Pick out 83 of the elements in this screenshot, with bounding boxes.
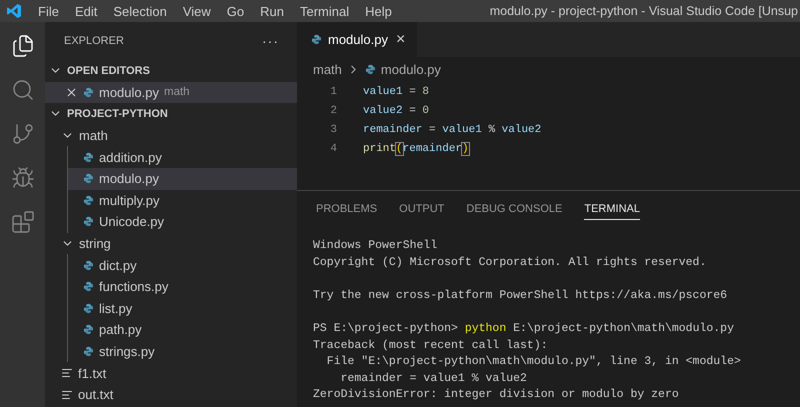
python-file-icon — [83, 173, 94, 184]
tab-label: modulo.py — [328, 32, 388, 47]
editor-tab[interactable]: modulo.py × — [297, 22, 418, 57]
python-file-icon — [83, 302, 94, 314]
line-number: 1 — [329, 86, 338, 98]
menu-item[interactable]: Run — [252, 4, 292, 18]
line-number: 4 — [329, 142, 338, 154]
breadcrumb-item[interactable]: math — [313, 62, 342, 77]
folder-row[interactable]: string — [45, 232, 297, 254]
close-icon[interactable] — [65, 86, 78, 99]
tree-row[interactable]: addition.py — [68, 146, 297, 168]
tree-row[interactable]: list.py — [68, 298, 297, 320]
tree-row[interactable]: multiply.py — [68, 190, 297, 212]
file-name: dict.py — [99, 258, 137, 273]
folder-label: math — [164, 86, 190, 98]
tree-row[interactable]: functions.py — [68, 276, 297, 298]
python-file-icon — [364, 64, 376, 75]
python-file-icon — [83, 152, 94, 163]
tree-row[interactable]: modulo.py — [68, 168, 297, 190]
terminal-line: remainder = value1 % value2 — [340, 370, 528, 387]
menu-item[interactable]: File — [30, 4, 67, 18]
section-header[interactable]: PROJECT-PYTHON — [45, 103, 297, 125]
text-file-icon — [61, 367, 73, 380]
python-file-icon — [83, 216, 94, 228]
terminal-line: ZeroDivisionError: integer division or modulo by zero — [313, 387, 680, 404]
python-file-icon — [83, 194, 94, 206]
tree-row[interactable]: out.txt — [45, 384, 297, 406]
window-title: modulo.py - project-python - Visual Studio Code [Unsup — [490, 4, 799, 18]
close-button[interactable]: × — [394, 30, 408, 48]
terminal-line: Copyright (C) Microsoft Corporation. All rights reserved. — [313, 254, 708, 271]
code-line: remainder = value1 % value2 — [363, 124, 542, 136]
file-name: strings.py — [99, 344, 155, 360]
file-name: math — [79, 128, 108, 144]
python-file-icon — [311, 34, 322, 45]
tree-row[interactable]: path.py — [68, 319, 297, 341]
tree-row[interactable]: strings.py — [68, 340, 297, 362]
code-line: print(remainder) — [363, 142, 469, 154]
file-name: addition.py — [99, 150, 162, 165]
tree-row[interactable]: f1.txt — [45, 362, 297, 384]
terminal-line: Traceback (most recent call last): — [313, 338, 549, 354]
menu-item[interactable]: Terminal — [292, 4, 358, 18]
tree-row[interactable]: Unicode.py — [68, 211, 297, 233]
menu-item[interactable]: View — [174, 4, 219, 18]
file-name: string — [79, 236, 111, 252]
menu-item[interactable]: Edit — [66, 4, 106, 18]
app-logo-icon — [6, 3, 22, 19]
file-name: out.txt — [78, 387, 114, 402]
file-name: path.py — [99, 322, 142, 338]
more-button[interactable]: ··· — [262, 33, 279, 49]
line-number: 2 — [329, 104, 338, 116]
python-file-icon — [83, 324, 94, 336]
terminal-line: PS E:\project-python> python E:\project-python\math\modulo.py — [313, 320, 735, 337]
panel-tab[interactable]: DEBUG CONSOLE — [466, 197, 562, 220]
menu-item[interactable]: Selection — [105, 4, 175, 18]
line-number: 3 — [329, 124, 338, 136]
sidebar-title: EXPLORER — [64, 35, 124, 47]
panel-tab[interactable]: OUTPUT — [399, 197, 444, 220]
python-file-icon — [83, 281, 94, 292]
python-file-icon — [83, 260, 94, 271]
python-file-icon — [83, 346, 94, 358]
tree-row[interactable]: dict.py — [68, 254, 297, 276]
open-editor-item[interactable]: modulo.py math — [45, 82, 297, 104]
file-name: list.py — [99, 300, 132, 316]
file-name: Unicode.py — [99, 214, 164, 230]
section-header[interactable]: OPEN EDITORS — [45, 60, 297, 82]
code-line: value2 = 0 — [363, 104, 430, 116]
file-name: modulo.py — [99, 171, 159, 186]
panel-tab[interactable]: PROBLEMS — [316, 197, 378, 220]
file-name: modulo.py — [99, 84, 159, 100]
code-line: value1 = 8 — [363, 86, 430, 98]
terminal-line: Windows PowerShell — [313, 238, 438, 254]
python-file-icon — [83, 86, 94, 98]
file-name: functions.py — [99, 279, 168, 294]
breadcrumb-item[interactable]: modulo.py — [380, 62, 441, 77]
text-file-icon — [61, 388, 73, 401]
panel-tab[interactable]: TERMINAL — [584, 197, 640, 220]
file-name: f1.txt — [78, 366, 106, 381]
menu-item[interactable]: Go — [218, 4, 252, 18]
menu-item[interactable]: Help — [357, 4, 400, 18]
terminal-line: Try the new cross-platform PowerShell https://aka.ms/pscore6 — [313, 288, 728, 304]
terminal-line: File "E:\project-python\math\modulo.py", line 3, in <module> — [326, 354, 742, 370]
folder-row[interactable]: math — [45, 124, 297, 146]
file-name: multiply.py — [99, 192, 160, 208]
